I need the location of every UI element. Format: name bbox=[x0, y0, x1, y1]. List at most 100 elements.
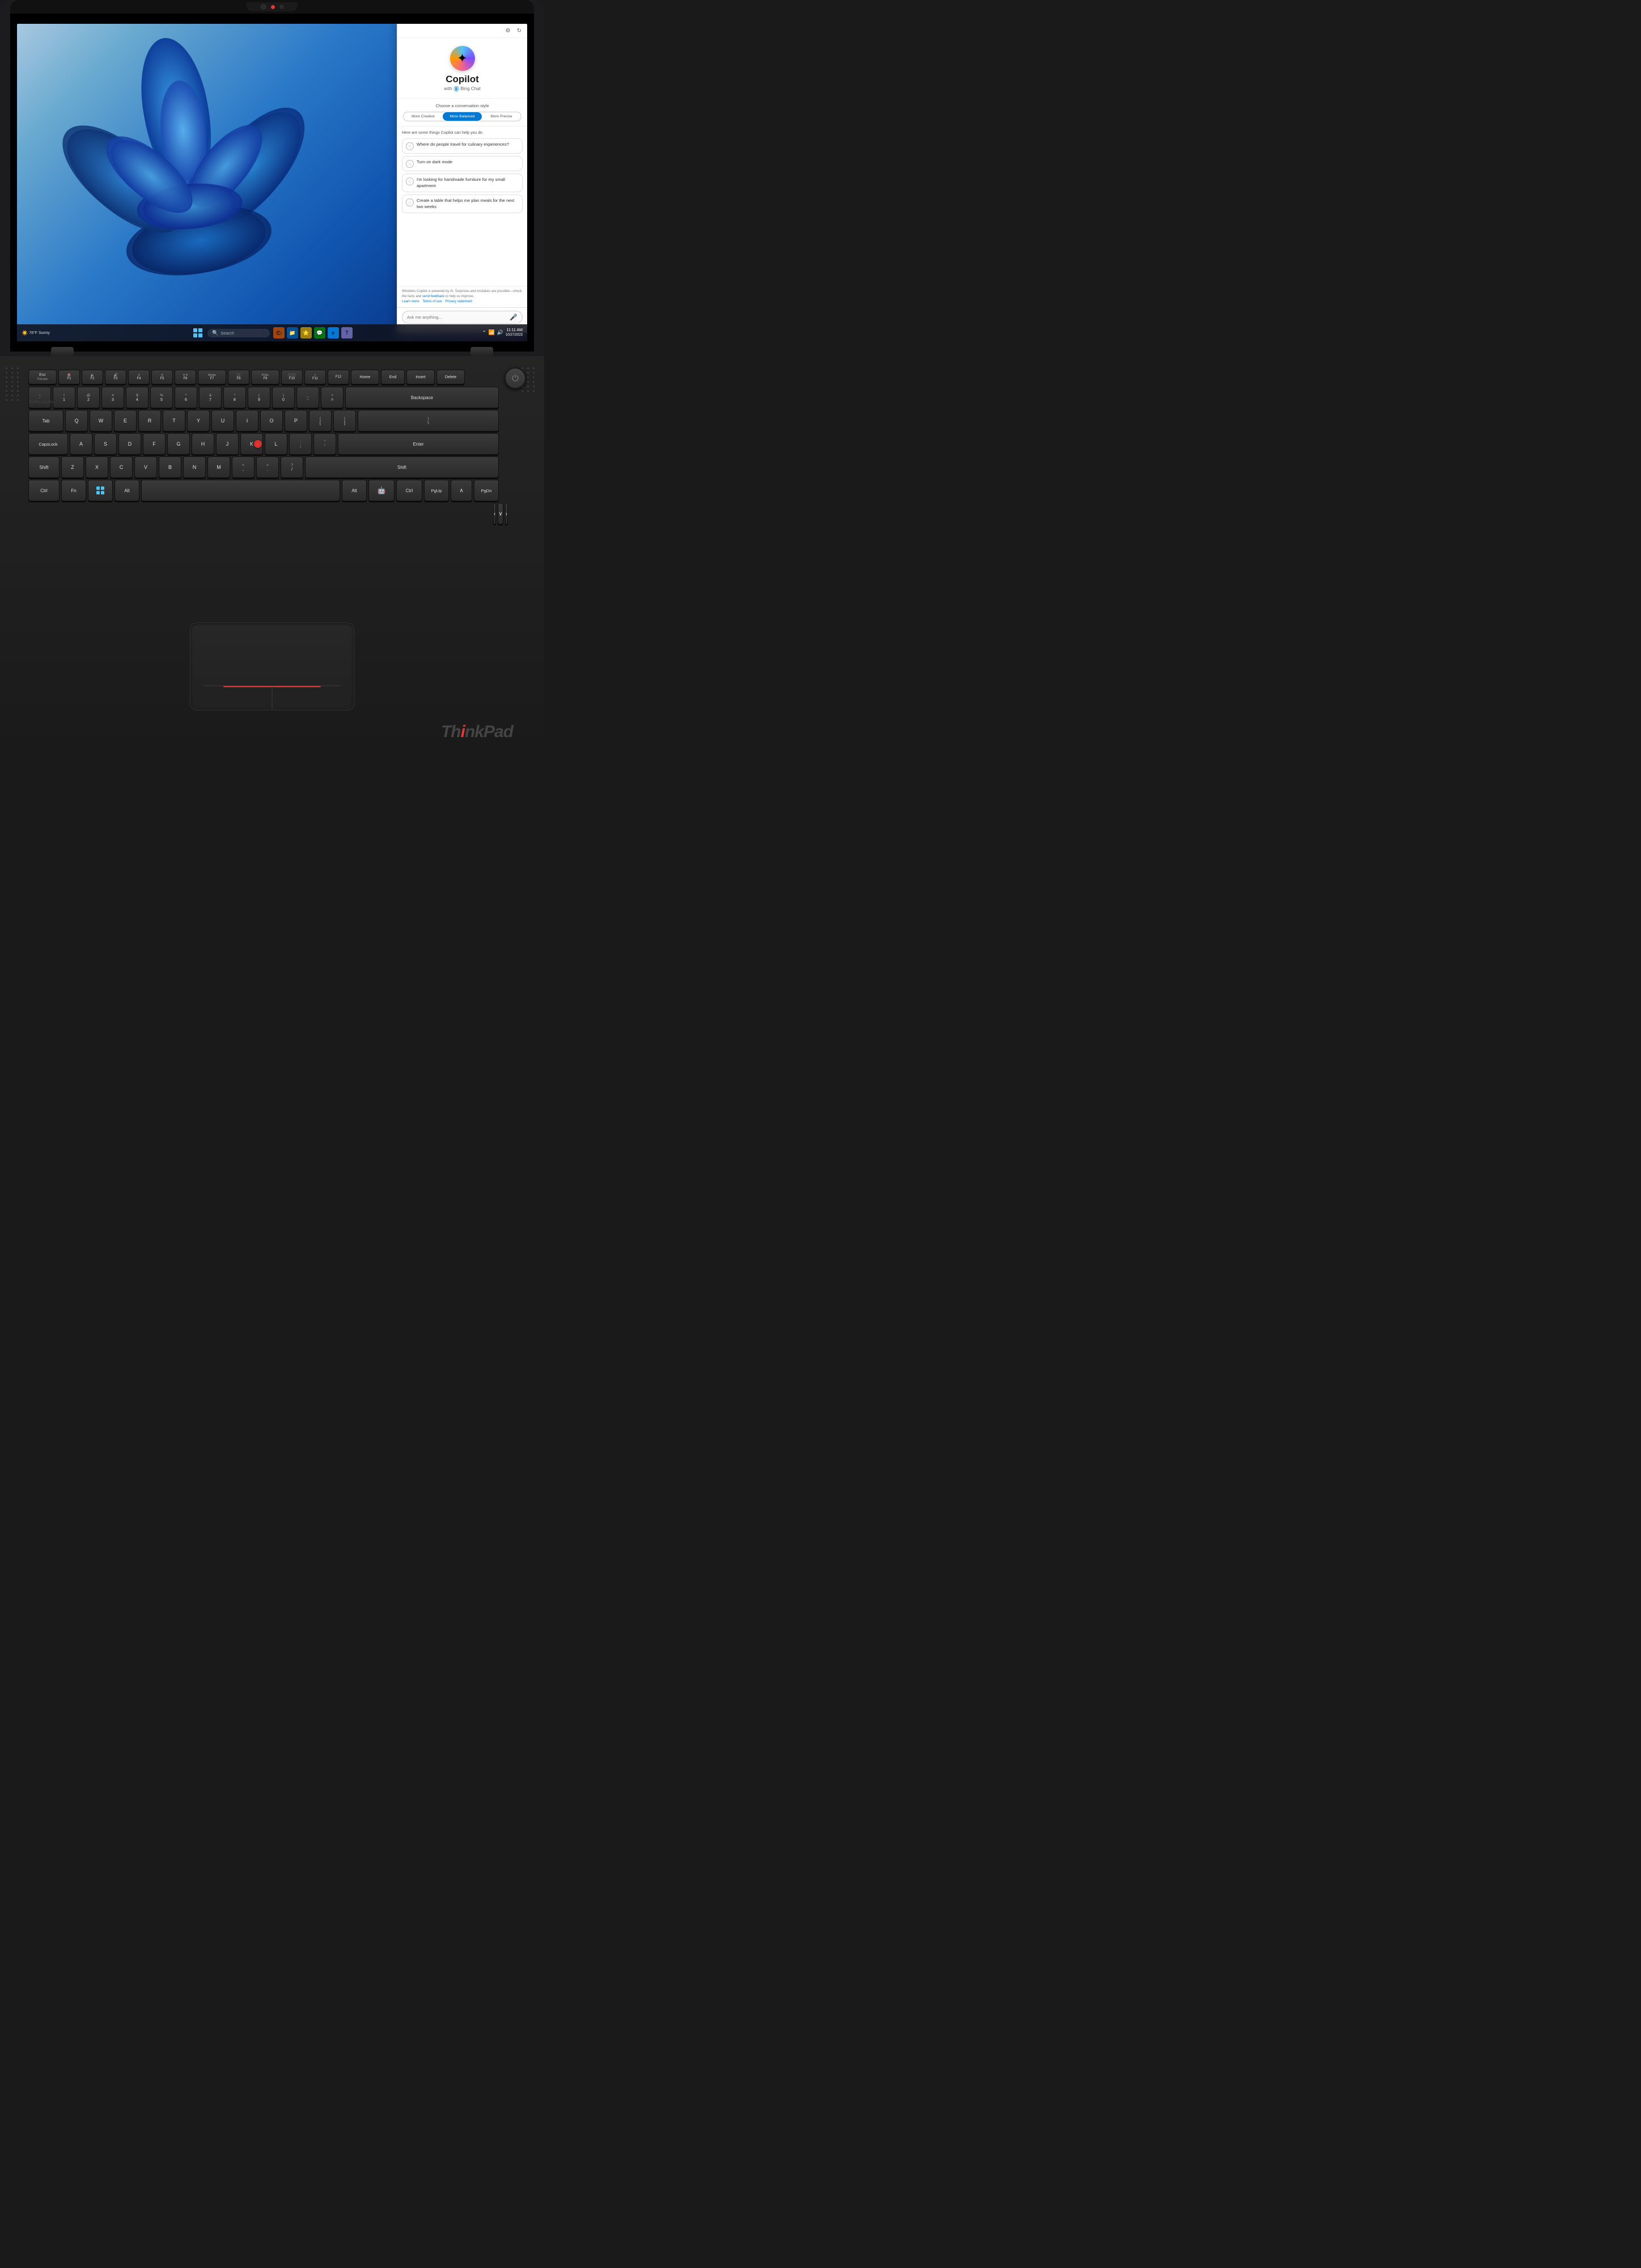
taskbar-app-4[interactable]: 💬 bbox=[314, 327, 325, 338]
key-b[interactable]: B bbox=[159, 456, 181, 478]
key-f2[interactable]: 🔉 F2 bbox=[82, 370, 103, 384]
key-shift-left[interactable]: Shift bbox=[28, 456, 60, 478]
key-3[interactable]: #3 bbox=[101, 387, 124, 408]
style-balanced-btn[interactable]: More Balanced bbox=[443, 112, 482, 121]
key-q[interactable]: Q bbox=[65, 410, 88, 431]
key-insert[interactable]: Insert bbox=[406, 370, 435, 384]
key-shift-right[interactable]: Shift bbox=[305, 456, 499, 478]
network-icon[interactable]: 📶 bbox=[489, 329, 495, 336]
up-arrow-icon[interactable]: ⌃ bbox=[482, 330, 486, 335]
key-space[interactable] bbox=[141, 480, 340, 501]
key-fn[interactable]: Fn bbox=[61, 480, 86, 501]
clock[interactable]: 11:11 AM 10/27/2023 bbox=[506, 328, 523, 337]
key-tab[interactable]: Tab bbox=[28, 410, 63, 431]
key-v[interactable]: V bbox=[134, 456, 157, 478]
key-f3[interactable]: 🔊 F3 bbox=[105, 370, 126, 384]
key-p[interactable]: P bbox=[285, 410, 307, 431]
key-h[interactable]: H bbox=[192, 433, 214, 455]
key-e[interactable]: E bbox=[114, 410, 137, 431]
key-u[interactable]: U bbox=[211, 410, 234, 431]
key-home[interactable]: Home bbox=[351, 370, 379, 384]
key-backtick[interactable]: ~` bbox=[28, 387, 51, 408]
key-1[interactable]: !1 bbox=[53, 387, 75, 408]
key-t[interactable]: T bbox=[163, 410, 185, 431]
key-win[interactable] bbox=[88, 480, 113, 501]
key-f11[interactable]: ☆ F11 bbox=[304, 370, 326, 384]
key-capslock[interactable]: CapsLock bbox=[28, 433, 68, 455]
style-precise-btn[interactable]: More Precise bbox=[482, 112, 521, 121]
learn-more-link[interactable]: Learn more bbox=[402, 300, 419, 303]
key-f12[interactable]: F12 bbox=[328, 370, 349, 384]
suggestion-item-4[interactable]: ◇ Create a table that helps me plan meal… bbox=[402, 194, 523, 213]
arrow-down-key[interactable]: ∨ bbox=[498, 503, 503, 524]
key-f7[interactable]: Mode F7 bbox=[198, 370, 226, 384]
feedback-link[interactable]: send feedback bbox=[422, 295, 444, 298]
arrow-left-key[interactable]: ‹ bbox=[493, 503, 496, 524]
key-0[interactable]: )0 bbox=[272, 387, 295, 408]
key-ctrl-right[interactable]: Ctrl bbox=[396, 480, 422, 501]
key-rbracket[interactable]: }] bbox=[333, 410, 356, 431]
key-slash[interactable]: ?/ bbox=[281, 456, 303, 478]
key-comma[interactable]: <, bbox=[232, 456, 255, 478]
key-n[interactable]: N bbox=[183, 456, 206, 478]
key-2[interactable]: @2 bbox=[77, 387, 100, 408]
key-period[interactable]: >. bbox=[256, 456, 279, 478]
key-end[interactable]: End bbox=[381, 370, 405, 384]
terms-link[interactable]: Terms of use bbox=[422, 300, 442, 303]
key-4[interactable]: $4 bbox=[126, 387, 149, 408]
key-backslash[interactable]: |\ bbox=[358, 410, 499, 431]
style-creative-btn[interactable]: More Creative bbox=[404, 112, 443, 121]
key-lbracket[interactable]: {[ bbox=[309, 410, 332, 431]
search-bar[interactable]: 🔍 Search bbox=[207, 329, 270, 337]
key-copilot[interactable]: 🤖 bbox=[368, 480, 395, 501]
key-y[interactable]: Y bbox=[187, 410, 210, 431]
key-o[interactable]: O bbox=[260, 410, 283, 431]
key-f9[interactable]: PrtSc F9 bbox=[251, 370, 279, 384]
windows-start-button[interactable] bbox=[192, 327, 204, 339]
key-l[interactable]: L bbox=[265, 433, 287, 455]
volume-icon[interactable]: 🔊 bbox=[497, 329, 503, 336]
key-w[interactable]: W bbox=[90, 410, 112, 431]
key-backspace[interactable]: Backspace bbox=[345, 387, 499, 408]
touchpad[interactable] bbox=[190, 623, 354, 710]
key-pgdn[interactable]: PgDn bbox=[474, 480, 499, 501]
suggestion-item-2[interactable]: ◇ Turn on dark mode bbox=[402, 156, 523, 171]
taskbar-app-6[interactable]: T bbox=[341, 327, 353, 338]
key-delete[interactable]: Delete bbox=[436, 370, 465, 384]
key-g[interactable]: G bbox=[167, 433, 190, 455]
key-esc[interactable]: Esc FnLock bbox=[28, 370, 57, 384]
key-alt-left[interactable]: Alt bbox=[115, 480, 139, 501]
taskbar-app-1[interactable]: 🌤 bbox=[273, 327, 285, 338]
key-s[interactable]: S bbox=[94, 433, 117, 455]
key-ctrl-left[interactable]: Ctrl bbox=[28, 480, 60, 501]
key-f5[interactable]: ☀ F5 bbox=[151, 370, 173, 384]
taskbar-app-2[interactable]: 📁 bbox=[287, 327, 298, 338]
key-f10[interactable]: ⬛⬛ F10 bbox=[281, 370, 303, 384]
key-f4[interactable]: ✕ F4 bbox=[128, 370, 150, 384]
suggestion-item-3[interactable]: ◇ I'm looking for handmade furniture for… bbox=[402, 174, 523, 192]
mic-icon[interactable]: 🎤 bbox=[510, 314, 518, 321]
key-8[interactable]: *8 bbox=[223, 387, 246, 408]
key-6[interactable]: ^6 bbox=[175, 387, 197, 408]
privacy-link[interactable]: Privacy statement bbox=[445, 300, 472, 303]
key-5[interactable]: %5 bbox=[150, 387, 173, 408]
key-j[interactable]: J bbox=[216, 433, 239, 455]
settings-icon[interactable]: ⚙ bbox=[503, 26, 512, 35]
key-f8[interactable]: ⬛ F8 bbox=[228, 370, 249, 384]
arrow-right-key[interactable]: › bbox=[505, 503, 508, 524]
key-d[interactable]: D bbox=[118, 433, 141, 455]
key-pgup[interactable]: PgUp bbox=[424, 480, 449, 501]
key-minus[interactable]: _- bbox=[296, 387, 319, 408]
taskbar-app-5[interactable]: e bbox=[328, 327, 339, 338]
taskbar-app-3[interactable]: ⭐ bbox=[300, 327, 312, 338]
chat-input[interactable] bbox=[407, 315, 510, 320]
power-button[interactable]: ⏻ bbox=[504, 367, 526, 389]
suggestion-item-1[interactable]: ◇ Where do people travel for culinary ex… bbox=[402, 138, 523, 154]
arrow-up-key[interactable]: ∧ bbox=[451, 480, 472, 501]
key-x[interactable]: X bbox=[86, 456, 108, 478]
key-c[interactable]: C bbox=[110, 456, 133, 478]
key-7[interactable]: &7 bbox=[199, 387, 222, 408]
key-a[interactable]: A bbox=[70, 433, 92, 455]
key-r[interactable]: R bbox=[138, 410, 161, 431]
key-f6[interactable]: ☀☀ F6 bbox=[175, 370, 196, 384]
